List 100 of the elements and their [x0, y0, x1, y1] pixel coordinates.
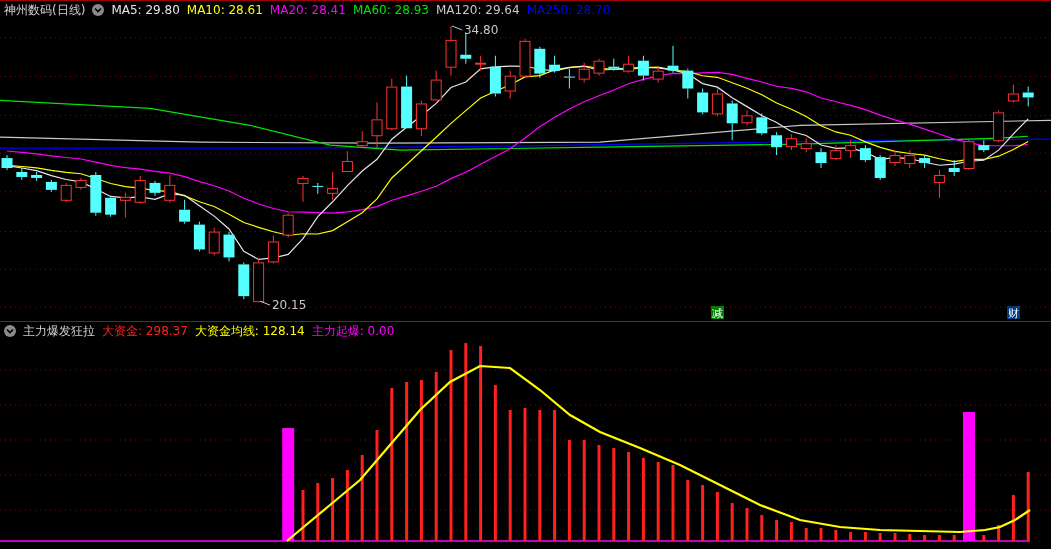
- candlestick: [282, 212, 294, 239]
- indicator-value: 大资金: 298.37: [102, 322, 188, 340]
- candlestick: [697, 88, 709, 115]
- candlestick: [578, 62, 590, 84]
- candlestick: [667, 45, 679, 74]
- candlestick: [415, 99, 427, 137]
- candlestick: [371, 101, 383, 149]
- indicator-value: 大资金均线: 128.14: [194, 322, 305, 340]
- chart-title: 主力爆发狂拉: [23, 322, 95, 340]
- candlestick: [756, 112, 768, 136]
- candlestick: [223, 231, 235, 262]
- price-label: 20.15: [272, 298, 307, 313]
- candlestick: [563, 68, 575, 90]
- candlestick: [75, 177, 87, 191]
- capital-bar: [1026, 472, 1030, 541]
- candlestick: [460, 32, 472, 65]
- candlestick: [31, 171, 43, 182]
- candlestick: [711, 88, 723, 117]
- candlestick: [60, 182, 72, 203]
- candlestick: [16, 167, 28, 181]
- candlestick: [608, 58, 620, 72]
- candlestick: [105, 195, 117, 218]
- capital-bar: [331, 478, 335, 541]
- chart-title: 神州数码(日线): [4, 1, 86, 19]
- candlestick: [623, 55, 635, 74]
- capital-bar: [775, 520, 779, 541]
- capital-bar: [849, 532, 853, 541]
- candlestick: [356, 130, 368, 149]
- candlestick: [978, 139, 990, 153]
- signal-badge: 减: [711, 306, 724, 320]
- candlestick: [593, 58, 605, 77]
- indicator-value: MA250: 28.70: [526, 3, 611, 17]
- capital-bar: [316, 483, 320, 541]
- candlestick: [800, 137, 812, 153]
- candlestick: [267, 235, 279, 264]
- candlestick: [489, 55, 501, 97]
- candlestick: [815, 147, 827, 169]
- capital-bar: [863, 532, 867, 541]
- candlestick: [475, 55, 487, 72]
- candlestick: [445, 25, 457, 77]
- candlestick: [904, 149, 916, 169]
- capital-bar: [715, 492, 719, 541]
- candlestick: [430, 70, 442, 101]
- leader-line: [451, 25, 463, 31]
- candlestick: [401, 75, 413, 129]
- signal-badge: 财: [1007, 306, 1020, 320]
- candlestick: [830, 144, 842, 161]
- candlestick: [297, 175, 309, 203]
- candlestick: [845, 139, 857, 159]
- capital-bar: [301, 490, 305, 541]
- candlestick: [637, 55, 649, 82]
- candlestick: [682, 68, 694, 99]
- candlestick: [119, 192, 131, 219]
- candlestick: [134, 175, 146, 205]
- indicator-value: MA120: 29.64: [435, 3, 520, 17]
- candlestick: [889, 149, 901, 167]
- capital-bar: [760, 515, 764, 541]
- leader-line: [259, 300, 271, 306]
- indicator-value: MA5: 29.80: [111, 3, 180, 17]
- candlestick: [149, 180, 161, 197]
- candlestick: [1007, 84, 1019, 103]
- candlestick: [90, 171, 102, 217]
- capital-bar: [923, 535, 927, 541]
- candlestick: [238, 261, 250, 300]
- price-label: 34.80: [464, 22, 499, 37]
- indicator-value: MA10: 28.61: [186, 3, 263, 17]
- candlestick: [549, 55, 561, 74]
- capital-bar: [997, 525, 1001, 541]
- candlestick: [963, 138, 975, 171]
- candlestick: [919, 154, 931, 169]
- candlestick: [386, 78, 398, 131]
- candlestick: [179, 199, 191, 225]
- indicator-value: MA20: 28.41: [269, 3, 346, 17]
- candlestick: [741, 109, 753, 126]
- capital-bar: [937, 535, 941, 541]
- candlestick: [519, 38, 531, 79]
- capital-bar: [345, 470, 349, 541]
- candlestick: [993, 109, 1005, 143]
- capital-bar: [730, 503, 734, 541]
- capital-bar: [1011, 495, 1015, 541]
- candlestick: [327, 171, 339, 201]
- candlestick: [504, 70, 516, 99]
- capital-bar: [701, 485, 705, 541]
- candlestick: [253, 258, 265, 303]
- candlestick: [1022, 86, 1034, 107]
- candlestick: [874, 154, 886, 181]
- capital-bar: [686, 480, 690, 541]
- candlestick: [45, 179, 57, 193]
- candlestick: [652, 66, 664, 84]
- capital-bar: [952, 535, 956, 541]
- candlestick: [1, 154, 13, 171]
- candlestick: [771, 131, 783, 156]
- capital-bar: [982, 535, 986, 541]
- dropdown-icon[interactable]: [4, 325, 16, 337]
- candlestick: [341, 150, 353, 172]
- candlestick: [164, 174, 176, 204]
- dropdown-icon[interactable]: [92, 4, 105, 16]
- capital-bar: [819, 528, 823, 541]
- capital-bar: [834, 530, 838, 541]
- capital-bar: [878, 533, 882, 541]
